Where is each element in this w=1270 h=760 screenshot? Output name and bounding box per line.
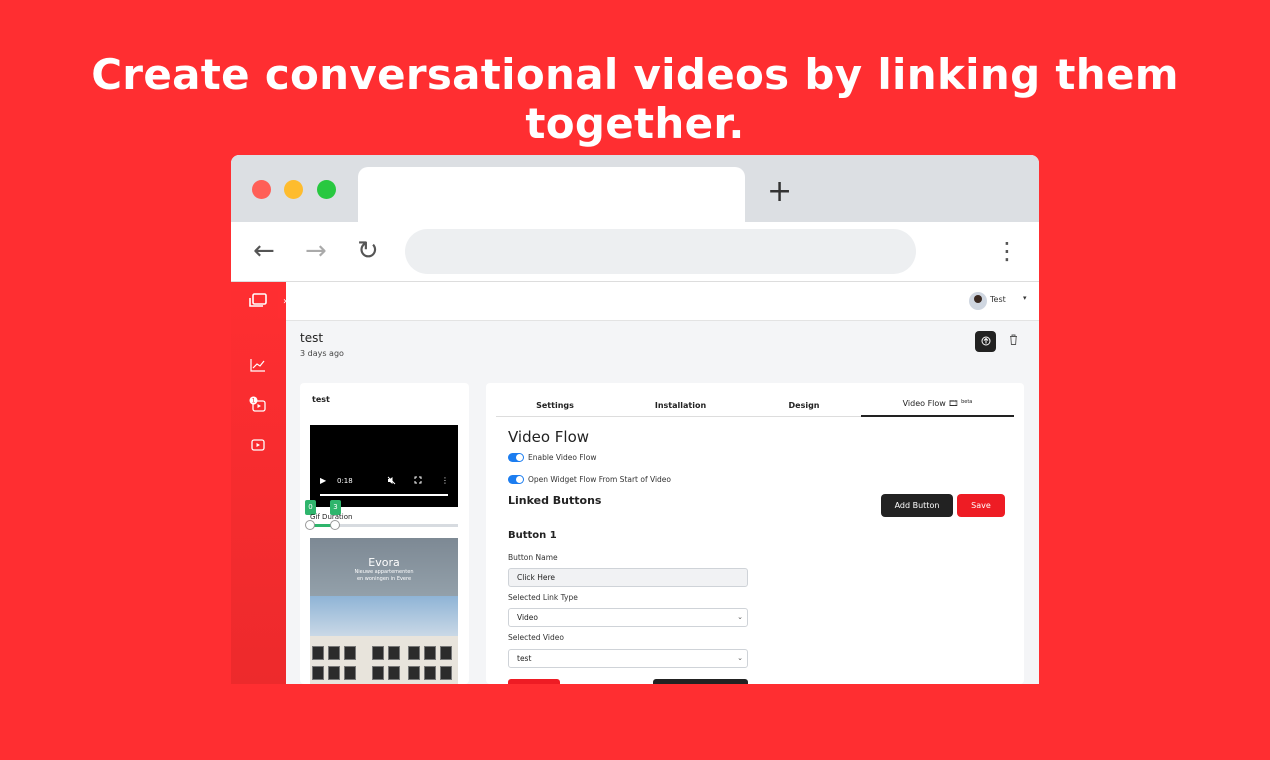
video-notification-icon[interactable]: 1 <box>249 396 267 414</box>
building-window <box>408 666 420 680</box>
link-type-label: Selected Link Type <box>508 593 578 602</box>
tab-video-flow[interactable]: Video Flow 🎞 beta <box>861 399 1014 408</box>
building-window <box>328 666 340 680</box>
browser-menu-icon[interactable]: ⋮ <box>995 236 1019 266</box>
tab-bar: + <box>231 155 1039 222</box>
chevron-down-icon: ⌄ <box>737 613 743 621</box>
thumbnail-heading: Evora <box>368 556 400 569</box>
add-button[interactable]: Add Button <box>881 494 953 517</box>
linked-buttons-title: Linked Buttons <box>508 494 602 507</box>
thumbnail-subtitle-1: Nieuwe appartementen <box>354 569 414 575</box>
open-from-start-toggle[interactable] <box>508 475 524 484</box>
mute-icon[interactable] <box>387 476 396 487</box>
gallery-icon[interactable] <box>248 292 268 310</box>
building-window <box>440 666 452 680</box>
video-preview-card: test ▶ 0:18 ⋮ 0 3 Gif Duration Evora Nie… <box>300 383 469 684</box>
new-tab-icon[interactable]: + <box>767 177 792 207</box>
video-thumbnail: Evora Nieuwe appartementen en woningen i… <box>310 538 458 684</box>
close-window-dot[interactable] <box>252 180 271 199</box>
video-more-icon[interactable]: ⋮ <box>441 476 449 485</box>
tab-design[interactable]: Design <box>747 401 861 410</box>
back-icon[interactable]: ← <box>253 236 275 266</box>
thumbnail-sky-lower <box>310 596 458 636</box>
video-flow-title: Video Flow <box>508 428 590 446</box>
building-window <box>344 666 356 680</box>
delete-button-partial[interactable] <box>508 679 560 684</box>
svg-text:1: 1 <box>252 398 256 405</box>
browser-window: + ← → ↻ ⋮ › 1 Test ▾ test 3 days ago tes… <box>231 155 1039 684</box>
upload-button[interactable] <box>975 331 996 352</box>
selected-video-label: Selected Video <box>508 633 564 642</box>
sidebar: › 1 <box>231 282 292 684</box>
building-window <box>424 666 436 680</box>
video-card-title: test <box>312 395 330 404</box>
building-window <box>328 646 340 660</box>
building-window <box>408 646 420 660</box>
analytics-icon[interactable] <box>249 358 267 376</box>
reload-icon[interactable]: ↻ <box>357 236 379 266</box>
open-from-start-label: Open Widget Flow From Start of Video <box>528 475 672 484</box>
project-title: test <box>300 331 324 345</box>
active-tab-indicator <box>861 415 1014 417</box>
building-window <box>424 646 436 660</box>
trash-icon[interactable] <box>1009 334 1018 348</box>
thumbnail-building <box>310 636 458 684</box>
user-menu-caret-icon[interactable]: ▾ <box>1023 294 1027 302</box>
settings-card: Settings Installation Design Video Flow … <box>486 383 1024 684</box>
forward-icon[interactable]: → <box>305 236 327 266</box>
building-window <box>312 646 324 660</box>
film-icon: 🎞 <box>948 399 959 408</box>
building-window <box>388 666 400 680</box>
building-window <box>312 666 324 680</box>
selected-video-value: test <box>517 654 532 663</box>
action-button-partial[interactable] <box>653 679 748 684</box>
top-bar: Test ▾ <box>286 282 1039 321</box>
enable-video-flow-label: Enable Video Flow <box>528 453 597 462</box>
thumbnail-subtitle-2: en woningen in Evere <box>356 576 412 582</box>
nav-bar: ← → ↻ ⋮ <box>231 222 1039 282</box>
building-window <box>372 666 384 680</box>
building-window <box>372 646 384 660</box>
maximize-window-dot[interactable] <box>317 180 336 199</box>
avatar[interactable] <box>969 292 987 310</box>
link-type-select[interactable]: Video ⌄ <box>508 608 748 627</box>
play-icon[interactable]: ▶ <box>320 476 326 485</box>
video-player[interactable]: ▶ 0:18 ⋮ <box>310 425 458 507</box>
range-start-handle[interactable] <box>305 520 315 530</box>
fullscreen-icon[interactable] <box>414 476 422 486</box>
button-1-title: Button 1 <box>508 530 557 541</box>
beta-badge: beta <box>961 399 973 405</box>
video-icon[interactable] <box>249 438 267 456</box>
tab-installation[interactable]: Installation <box>614 401 747 410</box>
button-name-input[interactable]: Click Here <box>508 568 748 587</box>
user-name[interactable]: Test <box>990 295 1006 304</box>
building-window <box>344 646 356 660</box>
range-end-handle[interactable] <box>330 520 340 530</box>
project-time: 3 days ago <box>300 349 344 358</box>
address-bar[interactable] <box>405 229 916 274</box>
video-progress-bar[interactable] <box>320 494 448 496</box>
building-window <box>440 646 452 660</box>
selected-video-select[interactable]: test ⌄ <box>508 649 748 668</box>
browser-tab[interactable] <box>358 167 745 222</box>
minimize-window-dot[interactable] <box>284 180 303 199</box>
save-button[interactable]: Save <box>957 494 1005 517</box>
link-type-value: Video <box>517 613 539 622</box>
building-window <box>388 646 400 660</box>
tab-video-flow-label: Video Flow <box>902 399 946 408</box>
chevron-down-icon: ⌄ <box>737 654 743 662</box>
app-area: › 1 Test ▾ test 3 days ago test ▶ 0:18 ⋮… <box>231 282 1039 684</box>
gif-duration-label: Gif Duration <box>310 513 353 521</box>
video-time: 0:18 <box>337 477 353 485</box>
button-name-label: Button Name <box>508 553 558 562</box>
enable-video-flow-toggle[interactable] <box>508 453 524 462</box>
tab-settings[interactable]: Settings <box>496 401 614 410</box>
settings-tabs: Settings Installation Design Video Flow … <box>496 393 1014 417</box>
headline: Create conversational videos by linking … <box>91 50 1179 148</box>
